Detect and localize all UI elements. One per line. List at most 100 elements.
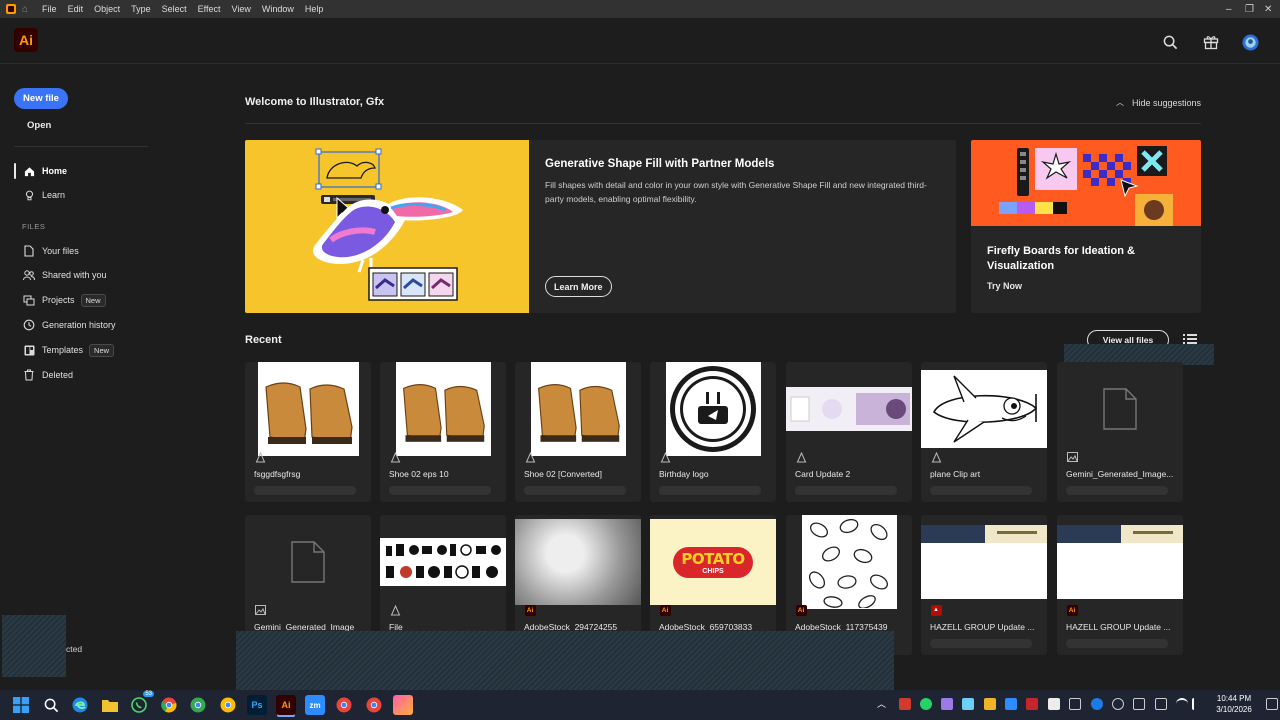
sidebar-item-label: Templates: [42, 345, 84, 355]
sidebar-item-templates[interactable]: Templates New: [14, 341, 115, 359]
sidebar-item-shared[interactable]: Shared with you: [14, 266, 107, 284]
recent-heading: Recent: [245, 334, 282, 346]
file-thumbnail: [650, 362, 776, 456]
app-icon[interactable]: [393, 695, 413, 715]
menu-type[interactable]: Type: [131, 4, 151, 14]
promo-title: Generative Shape Fill with Partner Model…: [545, 158, 775, 170]
chevron-up-icon: ︿: [1116, 98, 1124, 107]
file-tile[interactable]: Birthday logo: [650, 362, 776, 502]
chrome-profile-icon[interactable]: [218, 695, 238, 715]
gift-icon[interactable]: [1202, 33, 1220, 51]
pen-tray-icon[interactable]: [941, 698, 953, 710]
language-icon[interactable]: [1133, 698, 1145, 710]
close-icon[interactable]: ✕: [1264, 0, 1272, 18]
menu-window[interactable]: Window: [262, 4, 294, 14]
tray-app-icon[interactable]: [984, 698, 996, 710]
file-placeholder-thumbnail: [1057, 362, 1183, 456]
zoom-icon[interactable]: zm: [305, 695, 325, 715]
file-meta-placeholder: [389, 486, 491, 495]
file-thumbnail: [245, 362, 371, 456]
sidebar-item-your-files[interactable]: Your files: [14, 242, 79, 260]
open-button[interactable]: Open: [27, 120, 51, 131]
microphone-icon[interactable]: [1112, 698, 1124, 710]
menu-help[interactable]: Help: [305, 4, 324, 14]
clock[interactable]: 10:44 PM 3/10/2026: [1210, 693, 1258, 715]
try-now-link[interactable]: Try Now: [987, 281, 1022, 291]
new-file-button[interactable]: New file: [14, 88, 68, 109]
file-thumbnail: [786, 362, 912, 456]
vector-pen-icon: [795, 451, 807, 463]
learn-more-button[interactable]: Learn More: [545, 276, 612, 297]
menu-file[interactable]: File: [42, 4, 57, 14]
chevron-up-icon[interactable]: ︿: [877, 697, 889, 709]
sidebar-item-label: Home: [42, 166, 68, 176]
file-meta-placeholder: [795, 486, 897, 495]
file-meta-placeholder: [1066, 486, 1168, 495]
menu-select[interactable]: Select: [162, 4, 187, 14]
menu-effect[interactable]: Effect: [198, 4, 221, 14]
sidebar-item-home[interactable]: Home: [14, 162, 67, 180]
menu-object[interactable]: Object: [94, 4, 120, 14]
templates-icon: [23, 344, 35, 356]
promo-card-firefly-boards[interactable]: Firefly Boards for Ideation & Visualizat…: [971, 140, 1201, 313]
firefly-illustration: [971, 140, 1201, 226]
file-tile[interactable]: fsggdfsgfrsg: [245, 362, 371, 502]
image-icon: [254, 604, 266, 616]
volume-icon[interactable]: [1192, 698, 1204, 710]
whatsapp-tray-icon[interactable]: [920, 698, 932, 710]
file-tile[interactable]: Shoe 02 eps 10: [380, 362, 506, 502]
file-tile[interactable]: ▲ HAZELL GROUP Update ...: [921, 515, 1047, 655]
app-header: Ai: [0, 18, 1280, 64]
chrome-profile-icon[interactable]: [188, 695, 208, 715]
menu-view[interactable]: View: [231, 4, 250, 14]
hide-suggestions-button[interactable]: ︿ Hide suggestions: [1116, 97, 1201, 108]
bluetooth-icon[interactable]: [1091, 698, 1103, 710]
menu-edit[interactable]: Edit: [68, 4, 84, 14]
promo-card-generative-shape-fill[interactable]: Generative Shape Fill with Partner Model…: [245, 140, 956, 313]
sidebar-item-projects[interactable]: Projects New: [14, 291, 106, 309]
whatsapp-icon[interactable]: 53: [129, 691, 154, 715]
illustrator-logo: Ai: [14, 28, 38, 52]
usb-tray-icon[interactable]: [1069, 698, 1081, 710]
sidebar-item-generation-history[interactable]: Generation history: [14, 316, 116, 334]
redacted-region: [236, 631, 894, 690]
chrome-icon[interactable]: [364, 695, 384, 715]
home-icon[interactable]: ⌂: [22, 4, 28, 15]
file-tile[interactable]: Shoe 02 [Converted]: [515, 362, 641, 502]
file-tile[interactable]: Card Update 2: [786, 362, 912, 502]
windows-start-icon[interactable]: [11, 695, 31, 715]
acrobat-tray-icon[interactable]: [1026, 698, 1038, 710]
file-name: Shoe 02 eps 10: [389, 469, 449, 479]
file-name: HAZELL GROUP Update ...: [1066, 622, 1171, 632]
sidebar-item-learn[interactable]: Learn: [14, 186, 65, 204]
tray-app-icon[interactable]: [962, 698, 974, 710]
search-icon[interactable]: [41, 695, 61, 715]
photoshop-icon[interactable]: Ps: [247, 695, 267, 715]
restore-icon[interactable]: ❐: [1245, 0, 1254, 18]
chrome-icon[interactable]: [159, 695, 179, 715]
file-tile[interactable]: Gemini_Generated_Image...: [1057, 362, 1183, 502]
promo-illustration: [245, 140, 529, 313]
illustrator-icon[interactable]: Ai: [276, 695, 296, 715]
people-icon: [23, 269, 35, 281]
chrome-icon[interactable]: [334, 695, 354, 715]
file-name: Shoe 02 [Converted]: [524, 469, 602, 479]
avatar[interactable]: [1241, 33, 1259, 51]
document-icon: [1103, 388, 1137, 430]
tray-app-icon[interactable]: [1048, 698, 1060, 710]
sidebar-item-label: Learn: [42, 190, 66, 200]
sidebar-item-deleted[interactable]: Deleted: [14, 366, 73, 384]
tray-app-icon[interactable]: [899, 698, 911, 710]
notifications-icon[interactable]: [1266, 698, 1278, 710]
minimize-icon[interactable]: –: [1226, 0, 1232, 18]
file-explorer-icon[interactable]: [100, 695, 120, 715]
file-tile[interactable]: Ai HAZELL GROUP Update ...: [1057, 515, 1183, 655]
search-icon[interactable]: [1161, 33, 1179, 51]
edge-icon[interactable]: [70, 695, 90, 715]
display-icon[interactable]: [1155, 698, 1167, 710]
file-meta-placeholder: [659, 486, 761, 495]
zoom-tray-icon[interactable]: [1005, 698, 1017, 710]
wifi-icon[interactable]: [1176, 698, 1188, 710]
file-tile[interactable]: plane Clip art: [921, 362, 1047, 502]
sidebar-item-label: Shared with you: [42, 270, 107, 280]
